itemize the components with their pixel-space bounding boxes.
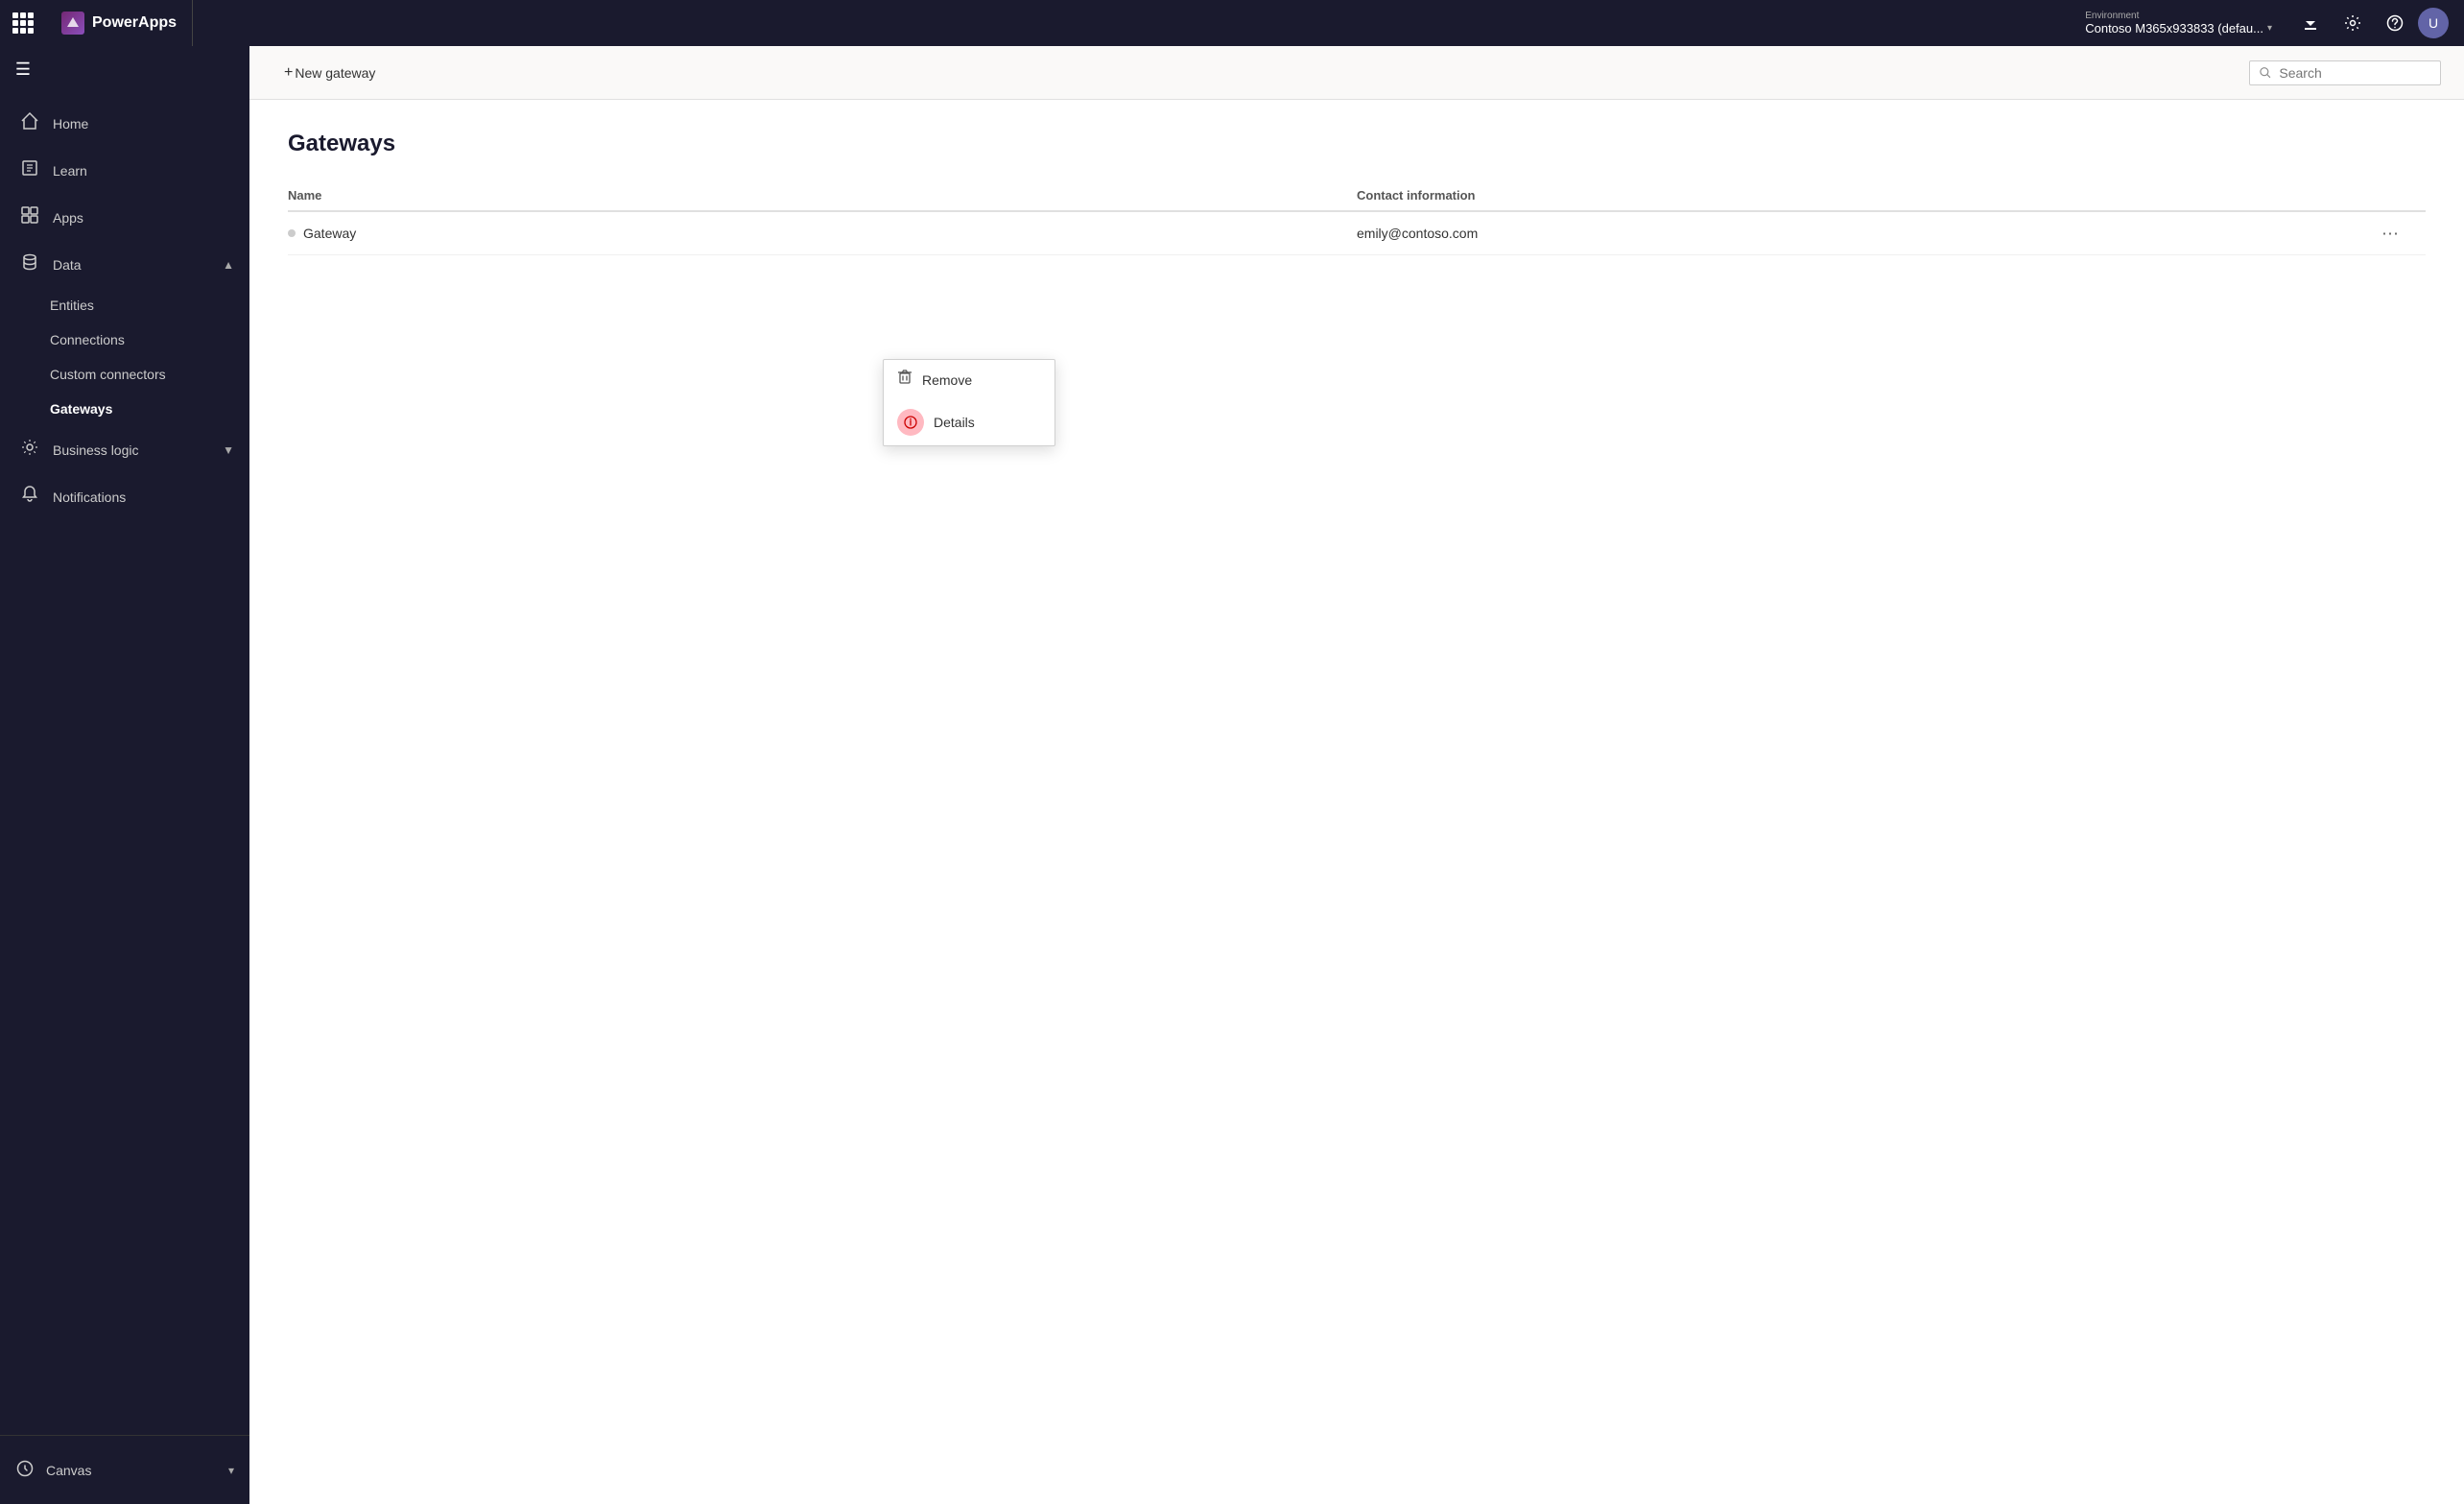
remove-label: Remove xyxy=(922,372,972,388)
canvas-icon xyxy=(15,1459,35,1481)
sidebar-footer: Canvas ▾ xyxy=(0,1435,249,1504)
data-subnav: Entities Connections Custom connectors G… xyxy=(0,288,249,426)
sidebar-item-learn-label: Learn xyxy=(53,163,87,179)
topbar: PowerApps Environment Contoso M365x93383… xyxy=(0,0,2464,46)
remove-icon xyxy=(897,370,912,390)
waffle-icon xyxy=(12,12,34,34)
environment-selector[interactable]: Environment Contoso M365x933833 (defau..… xyxy=(2073,11,2284,36)
avatar[interactable]: U xyxy=(2418,8,2449,38)
context-menu: Remove Details xyxy=(883,359,1055,446)
sidebar-item-entities[interactable]: Entities xyxy=(50,288,249,322)
topbar-icons: U xyxy=(2284,4,2464,42)
sidebar-item-apps-label: Apps xyxy=(53,210,83,226)
search-icon xyxy=(2260,66,2271,80)
sidebar-item-data[interactable]: Data ▲ xyxy=(0,241,249,288)
page-content: Gateways Name Contact information Gatewa… xyxy=(249,100,2464,1504)
notifications-icon xyxy=(18,485,41,509)
settings-button[interactable] xyxy=(2334,4,2372,42)
canvas-label: Canvas xyxy=(46,1463,91,1478)
sidebar-item-home-label: Home xyxy=(53,116,88,131)
gateways-table: Name Contact information Gateway emily@c… xyxy=(288,180,2426,255)
sidebar-nav: Home Learn xyxy=(0,92,249,1435)
sidebar-item-gateways[interactable]: Gateways xyxy=(50,392,249,426)
search-box[interactable] xyxy=(2249,60,2441,85)
sidebar: ☰ Home Learn xyxy=(0,46,249,1504)
env-chevron-icon: ▾ xyxy=(2267,23,2272,34)
help-button[interactable] xyxy=(2376,4,2414,42)
sidebar-item-notifications[interactable]: Notifications xyxy=(0,473,249,520)
sidebar-item-connections[interactable]: Connections xyxy=(50,322,249,357)
sidebar-item-learn[interactable]: Learn xyxy=(0,147,249,194)
new-gateway-plus-icon: + xyxy=(284,64,293,82)
cell-gateway-name: Gateway xyxy=(288,226,1357,241)
content-area: + New gateway Gateways Name Contact info… xyxy=(249,46,2464,1504)
business-logic-icon xyxy=(18,438,41,462)
page-title: Gateways xyxy=(288,131,2426,157)
sidebar-item-business-logic-label: Business logic xyxy=(53,442,139,458)
data-expand-icon: ▲ xyxy=(223,258,234,272)
waffle-button[interactable] xyxy=(0,0,46,46)
details-label: Details xyxy=(934,415,975,430)
business-logic-expand-icon: ▼ xyxy=(223,443,234,457)
sidebar-item-business-logic[interactable]: Business logic ▼ xyxy=(0,426,249,473)
apps-icon xyxy=(18,205,41,229)
data-icon xyxy=(18,252,41,276)
col-name-header: Name xyxy=(288,188,1357,203)
table-header: Name Contact information xyxy=(288,180,2426,212)
download-button[interactable] xyxy=(2291,4,2330,42)
sidebar-item-custom-connectors[interactable]: Custom connectors xyxy=(50,357,249,392)
details-icon xyxy=(897,409,924,436)
new-gateway-button[interactable]: + New gateway xyxy=(272,59,387,87)
context-menu-remove[interactable]: Remove xyxy=(884,360,1054,399)
learn-icon xyxy=(18,158,41,182)
main-layout: ☰ Home Learn xyxy=(0,46,2464,1504)
cell-contact: emily@contoso.com xyxy=(1357,226,2426,241)
context-menu-details[interactable]: Details xyxy=(884,399,1054,445)
canvas-chevron-icon: ▾ xyxy=(228,1464,234,1477)
sidebar-toggle[interactable]: ☰ xyxy=(0,46,46,92)
home-icon xyxy=(18,111,41,135)
sidebar-item-notifications-label: Notifications xyxy=(53,489,126,505)
sidebar-item-data-label: Data xyxy=(53,257,82,273)
table-row: Gateway emily@contoso.com ··· xyxy=(288,212,2426,255)
powerapps-icon xyxy=(61,12,84,35)
row-indicator xyxy=(288,229,296,237)
col-contact-header: Contact information xyxy=(1357,188,2426,203)
app-name: PowerApps xyxy=(92,14,177,32)
sidebar-item-apps[interactable]: Apps xyxy=(0,194,249,241)
sidebar-item-home[interactable]: Home xyxy=(0,100,249,147)
toolbar: + New gateway xyxy=(249,46,2464,100)
app-logo: PowerApps xyxy=(46,0,193,46)
env-name: Contoso M365x933833 (defau... ▾ xyxy=(2085,21,2272,36)
gateway-name-text: Gateway xyxy=(303,226,356,241)
row-more-button[interactable]: ··· xyxy=(2374,220,2406,248)
sidebar-footer-canvas[interactable]: Canvas ▾ xyxy=(0,1447,249,1492)
env-label: Environment xyxy=(2085,11,2139,21)
new-gateway-label: New gateway xyxy=(295,65,375,81)
search-input[interactable] xyxy=(2279,65,2430,81)
